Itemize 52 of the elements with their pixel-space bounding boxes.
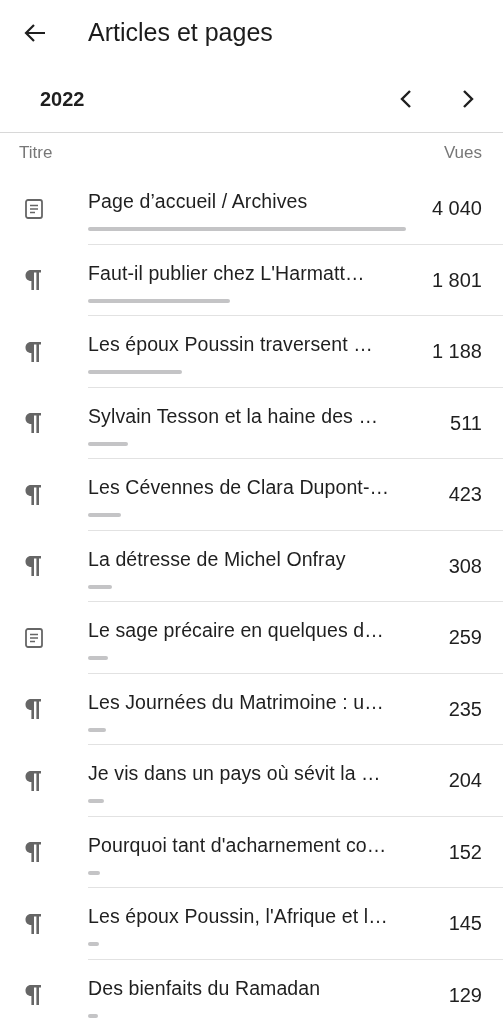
paragraph-icon	[24, 768, 42, 793]
document-icon	[24, 197, 44, 220]
paragraph-icon	[24, 697, 42, 722]
article-title[interactable]: Les Journées du Matrimoine : u…	[88, 689, 384, 714]
view-count: 204	[447, 768, 482, 794]
document-icon	[24, 626, 44, 649]
view-count: 129	[447, 982, 482, 1008]
views-bar	[88, 656, 109, 660]
view-count: 308	[447, 553, 482, 579]
paragraph-icon	[24, 339, 42, 364]
views-bar	[88, 727, 107, 732]
paragraph-icon	[24, 554, 42, 579]
view-count: 1 801	[430, 267, 482, 293]
view-count: 511	[449, 410, 482, 436]
column-header: Titre	[19, 142, 53, 165]
views-bar	[88, 441, 129, 446]
article-title[interactable]: Page d’accueil / Archives	[88, 189, 308, 213]
views-bar	[88, 584, 113, 589]
back-arrow-icon	[24, 23, 46, 43]
views-bar	[88, 942, 100, 946]
view-count: 423	[447, 482, 482, 508]
views-bar	[88, 513, 122, 517]
paragraph-icon	[24, 268, 42, 293]
article-title[interactable]: Les Cévennes de Clara Dupont-…	[88, 475, 390, 499]
article-title[interactable]: La détresse de Michel Onfray	[88, 546, 346, 571]
article-title[interactable]: Sylvain Tesson et la haine des …	[88, 403, 379, 428]
views-bar	[88, 1013, 99, 1018]
article-title[interactable]: Le sage précaire en quelques d…	[88, 618, 384, 642]
article-title[interactable]: Pourquoi tant d'acharnement co…	[88, 832, 387, 857]
paragraph-icon	[24, 411, 42, 436]
column-header: Vues	[443, 142, 482, 165]
paragraph-icon	[24, 840, 42, 865]
paragraph-icon	[24, 911, 42, 936]
view-count: 4 040	[430, 196, 482, 222]
view-count: 259	[447, 625, 482, 651]
chevron-left-icon	[400, 89, 412, 109]
paragraph-icon	[24, 482, 42, 507]
article-title[interactable]: Faut-il publier chez L'Harmatt…	[88, 260, 365, 285]
views-bar	[88, 799, 105, 803]
paragraph-icon	[24, 983, 42, 1008]
article-title[interactable]: Les époux Poussin traversent …	[88, 332, 373, 356]
article-title[interactable]: Des bienfaits du Ramadan	[88, 975, 321, 1000]
views-bar	[88, 870, 100, 875]
view-count: 145	[447, 911, 482, 937]
article-title[interactable]: Je vis dans un pays où sévit la …	[88, 761, 381, 785]
period-label: 2022	[40, 87, 86, 112]
screen-title: Articles et pages	[88, 17, 273, 49]
article-title[interactable]: Les époux Poussin, l'Afrique et l…	[88, 904, 388, 928]
view-count: 152	[447, 839, 482, 865]
chevron-right-icon	[462, 89, 474, 109]
view-count: 235	[447, 696, 482, 722]
view-count: 1 188	[430, 339, 482, 365]
